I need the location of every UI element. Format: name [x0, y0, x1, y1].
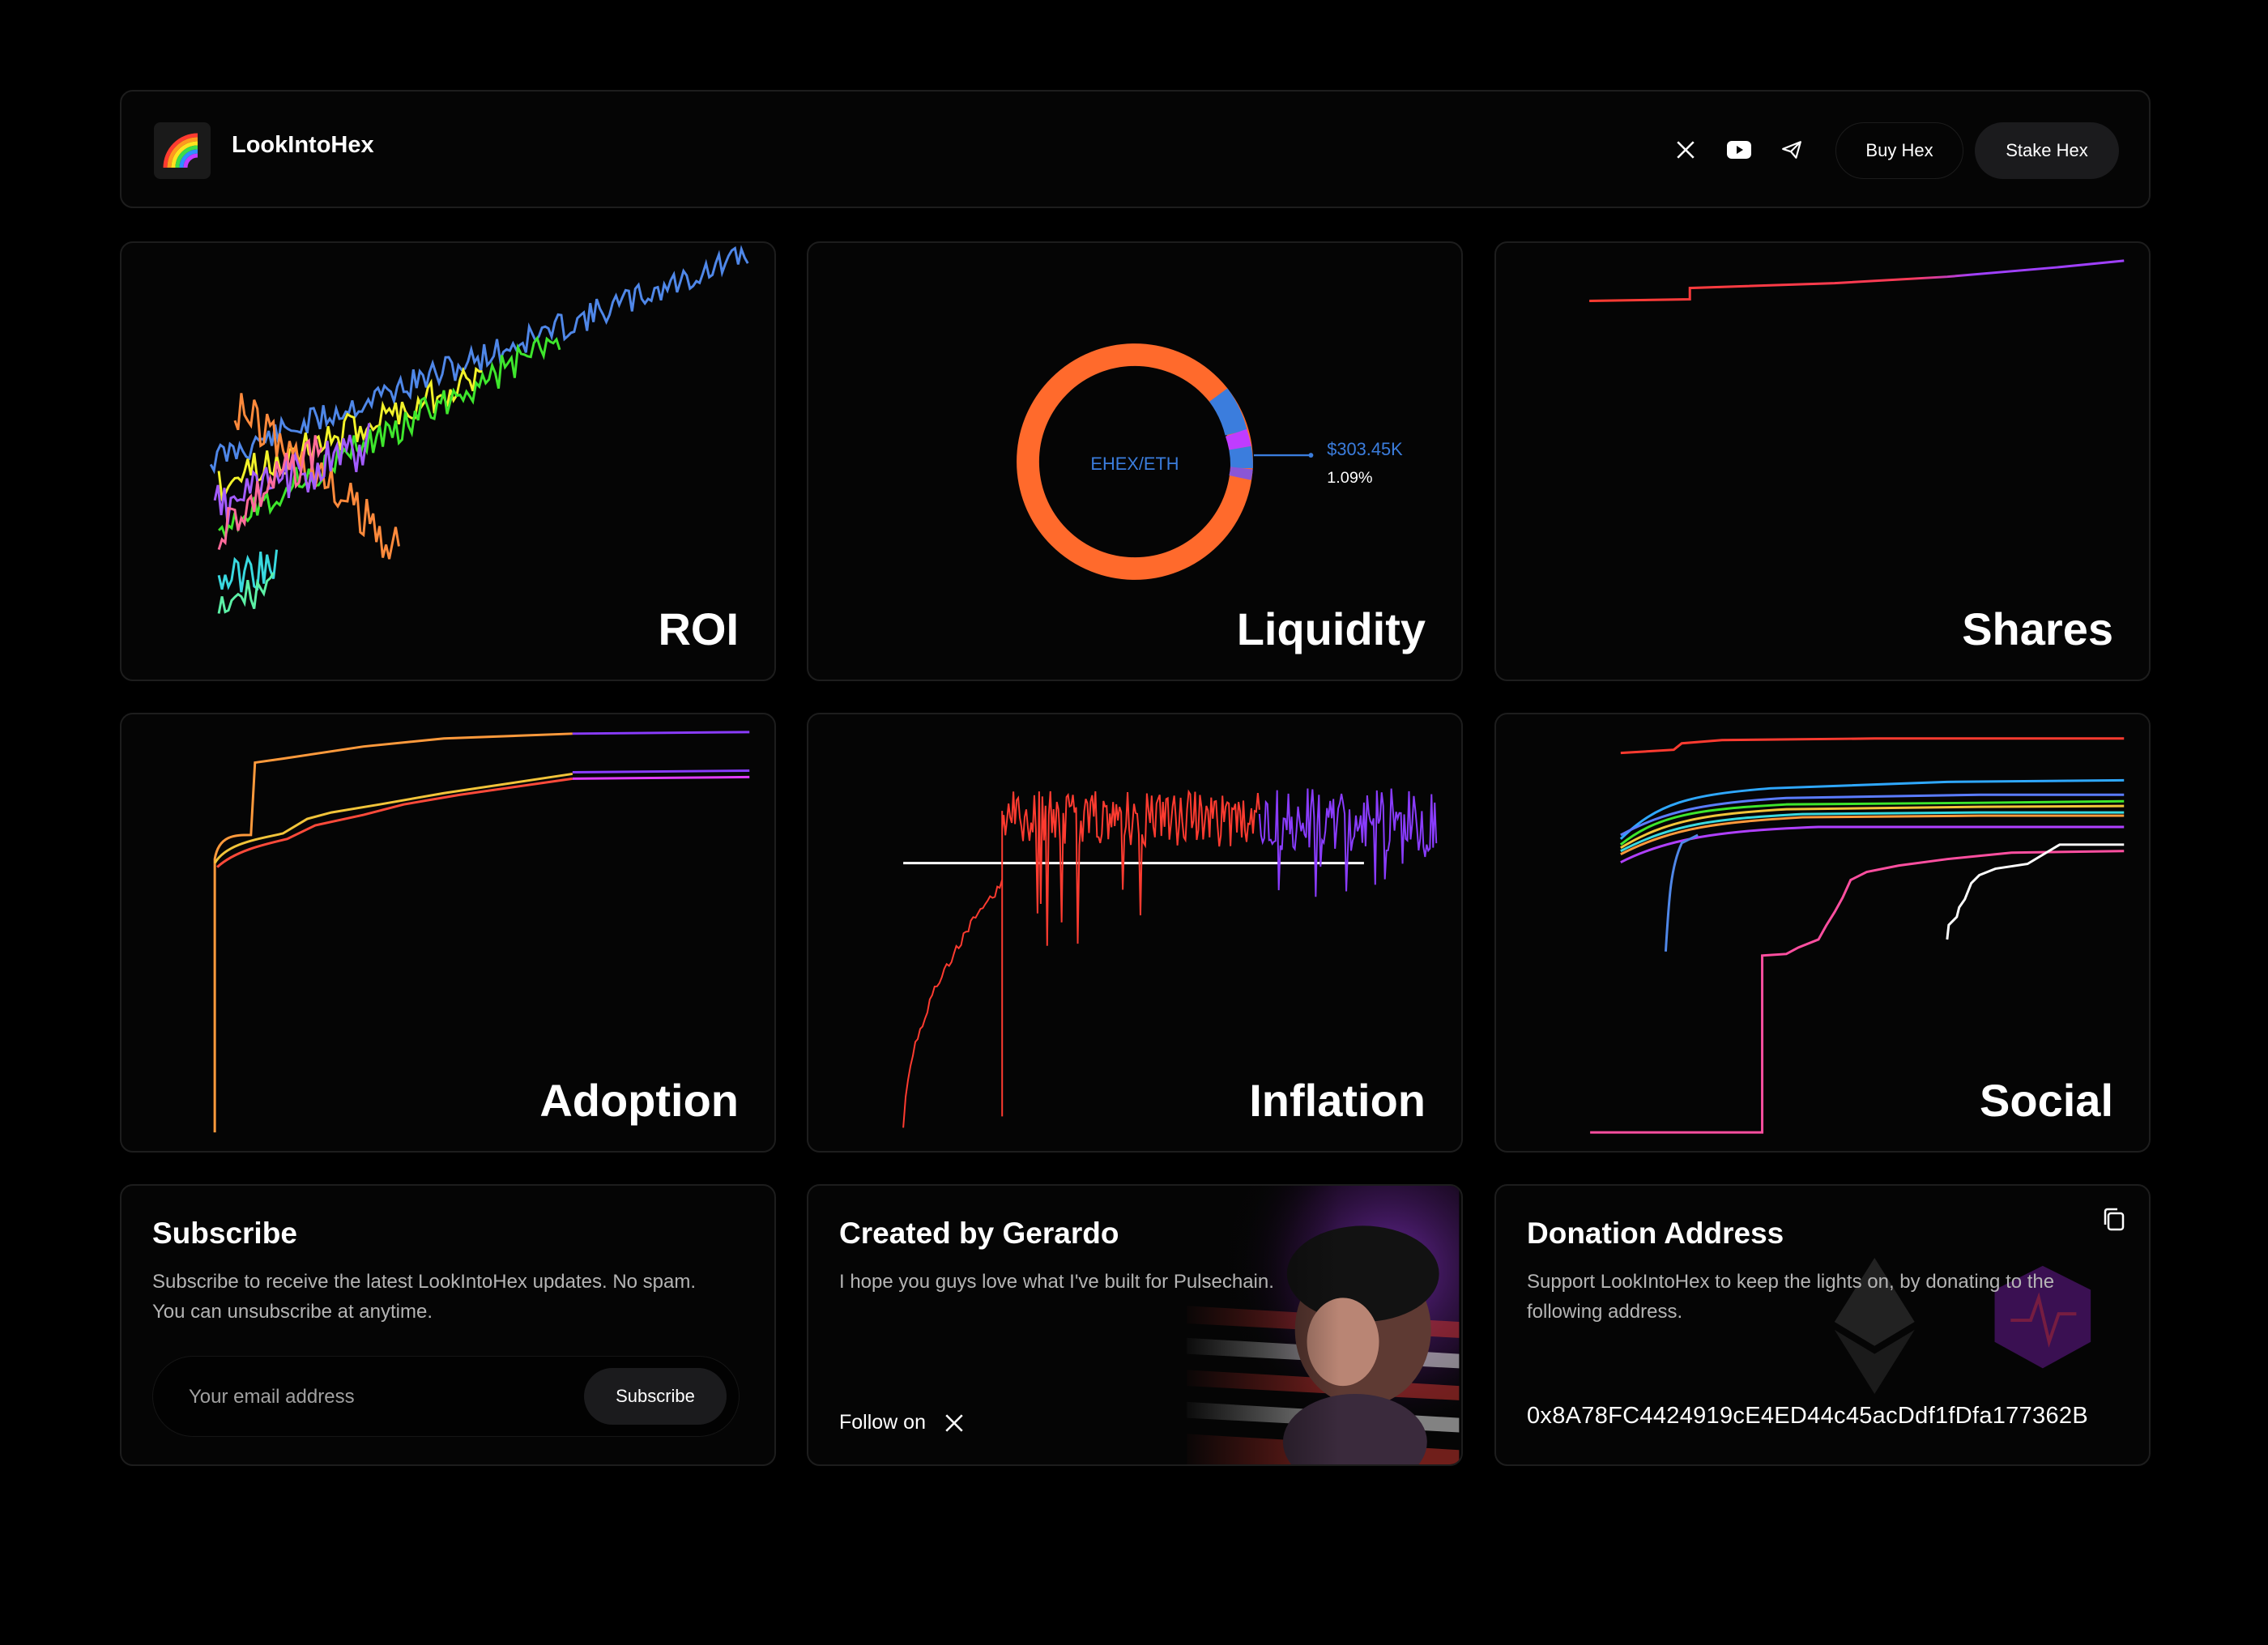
- x-icon[interactable]: [944, 1413, 965, 1434]
- subscribe-title: Subscribe: [152, 1217, 297, 1250]
- email-form: Subscribe: [152, 1356, 740, 1437]
- social-card[interactable]: Social: [1494, 713, 2151, 1153]
- shares-card[interactable]: Shares: [1494, 241, 2151, 681]
- social-title: Social: [1980, 1075, 2113, 1126]
- email-input[interactable]: [187, 1381, 547, 1413]
- roi-title: ROI: [658, 603, 739, 654]
- creator-card: Created by Gerardo I hope you guys love …: [807, 1184, 1463, 1466]
- stake-hex-button[interactable]: Stake Hex: [1975, 122, 2119, 179]
- inflation-card[interactable]: Inflation: [807, 713, 1463, 1153]
- creator-title: Created by Gerardo: [839, 1217, 1119, 1250]
- follow-link[interactable]: Follow on: [839, 1411, 965, 1434]
- roi-card[interactable]: ROI: [120, 241, 776, 681]
- subscribe-card: Subscribe Subscribe to receive the lates…: [120, 1184, 776, 1466]
- donation-address[interactable]: 0x8A78FC4424919cE4ED44c45acDdf1fDfa17736…: [1527, 1403, 2088, 1430]
- adoption-title: Adoption: [539, 1075, 739, 1126]
- telegram-icon[interactable]: [1776, 134, 1808, 166]
- follow-label: Follow on: [839, 1411, 926, 1434]
- creator-description: I hope you guys love what I've built for…: [839, 1271, 1274, 1293]
- logo[interactable]: [154, 122, 211, 179]
- liquidity-card[interactable]: EHEX/ETH $303.45K 1.09% Liquidity: [807, 241, 1463, 681]
- pair-label: EHEX/ETH: [1090, 454, 1179, 474]
- subscribe-button[interactable]: Subscribe: [584, 1368, 727, 1425]
- adoption-card[interactable]: Adoption: [120, 713, 776, 1153]
- copy-icon[interactable]: [2099, 1204, 2131, 1236]
- shares-title: Shares: [1962, 603, 2113, 654]
- brand-name[interactable]: LookIntoHex: [232, 132, 374, 159]
- x-icon[interactable]: [1669, 134, 1702, 166]
- inflation-title: Inflation: [1249, 1075, 1426, 1126]
- callout-percent: 1.09%: [1327, 469, 1372, 487]
- liquidity-title: Liquidity: [1236, 603, 1426, 654]
- subscribe-description: Subscribe to receive the latest LookInto…: [152, 1271, 697, 1323]
- buy-hex-button[interactable]: Buy Hex: [1835, 122, 1963, 179]
- top-navbar: LookIntoHex Buy Hex Stake Hex: [120, 90, 2151, 208]
- callout-value: $303.45K: [1327, 439, 1403, 459]
- youtube-icon[interactable]: [1723, 134, 1755, 166]
- donation-title: Donation Address: [1527, 1217, 1784, 1250]
- donation-description: Support LookIntoHex to keep the lights o…: [1527, 1271, 2055, 1323]
- donation-card: Donation Address Support LookIntoHex to …: [1494, 1184, 2151, 1466]
